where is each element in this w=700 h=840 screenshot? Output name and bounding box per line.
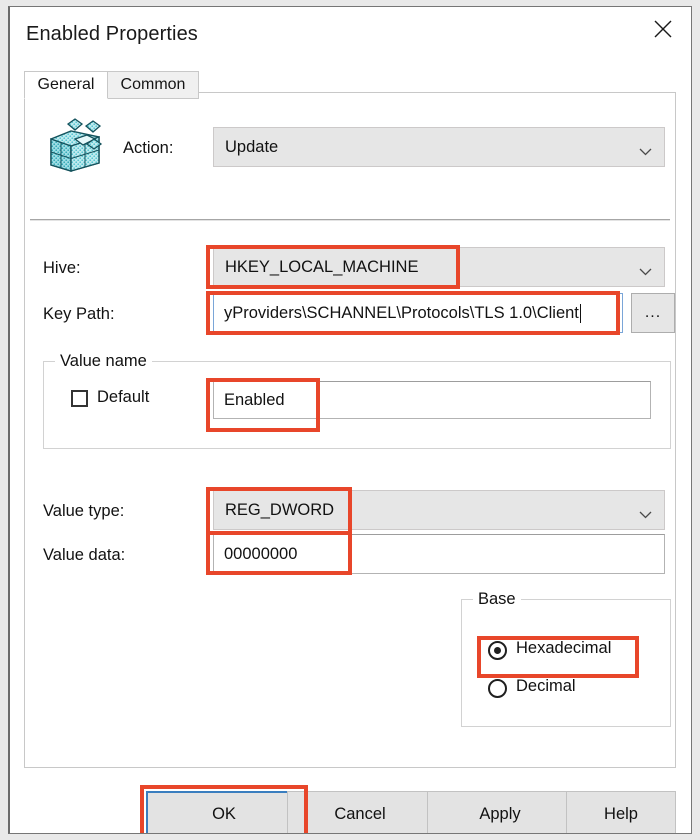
title-bar: Enabled Properties: [10, 7, 691, 65]
close-icon: [653, 19, 673, 39]
registry-cube-icon: [45, 115, 107, 175]
tab-common-label: Common: [120, 76, 186, 93]
ok-button[interactable]: OK: [146, 791, 302, 833]
base-radio-hexadecimal-label: Hexadecimal: [516, 639, 612, 657]
page-title: Enabled Properties: [26, 23, 198, 45]
value-type-label: Value type:: [43, 502, 125, 520]
properties-dialog: Enabled Properties General Common Action…: [8, 6, 692, 834]
key-path-value: yProviders\SCHANNEL\Protocols\TLS 1.0\Cl…: [224, 303, 579, 322]
base-group-label: Base: [473, 590, 521, 609]
tab-general-label: General: [37, 76, 95, 93]
close-button[interactable]: [635, 7, 691, 51]
base-radio-decimal[interactable]: [488, 679, 507, 698]
value-name-group-label: Value name: [55, 352, 152, 371]
tab-common[interactable]: Common: [107, 71, 199, 99]
ok-button-label: OK: [212, 804, 236, 823]
value-type-combobox[interactable]: REG_DWORD: [213, 490, 665, 530]
base-groupbox: [461, 599, 671, 727]
value-data-label: Value data:: [43, 546, 126, 564]
hive-value: HKEY_LOCAL_MACHINE: [225, 257, 419, 276]
default-checkbox[interactable]: [71, 390, 88, 407]
value-name-value: Enabled: [224, 390, 285, 409]
help-button[interactable]: Help: [566, 791, 676, 833]
apply-button[interactable]: Apply: [427, 791, 573, 833]
cancel-button-label: Cancel: [334, 804, 386, 823]
key-path-browse-button[interactable]: ...: [631, 293, 675, 333]
help-button-label: Help: [604, 804, 638, 823]
chevron-down-icon: [639, 506, 652, 524]
action-label: Action:: [123, 139, 174, 157]
section-divider: [30, 219, 670, 221]
text-caret: [579, 303, 581, 323]
base-radio-hexadecimal[interactable]: [488, 641, 507, 660]
action-value: Update: [225, 137, 279, 156]
tab-general[interactable]: General: [24, 71, 108, 99]
radio-dot-icon: [494, 647, 501, 654]
hive-combobox[interactable]: HKEY_LOCAL_MACHINE: [213, 247, 665, 287]
value-type-value: REG_DWORD: [225, 500, 335, 519]
cancel-button[interactable]: Cancel: [287, 791, 433, 833]
apply-button-label: Apply: [479, 804, 521, 823]
key-path-input[interactable]: yProviders\SCHANNEL\Protocols\TLS 1.0\Cl…: [213, 293, 623, 333]
value-data-value: 00000000: [224, 544, 298, 563]
action-combobox[interactable]: Update: [213, 127, 665, 167]
value-data-input[interactable]: 00000000: [213, 534, 665, 574]
chevron-down-icon: [639, 263, 652, 281]
key-path-label: Key Path:: [43, 305, 115, 323]
chevron-down-icon: [639, 143, 652, 161]
general-tab-panel: Action: Update Hive: HKEY_LOCAL_MACHINE …: [24, 92, 676, 768]
hive-label: Hive:: [43, 259, 81, 277]
default-checkbox-label: Default: [97, 388, 150, 406]
browse-button-label: ...: [644, 304, 662, 321]
value-name-input[interactable]: Enabled: [213, 381, 651, 419]
base-radio-decimal-label: Decimal: [516, 677, 576, 695]
